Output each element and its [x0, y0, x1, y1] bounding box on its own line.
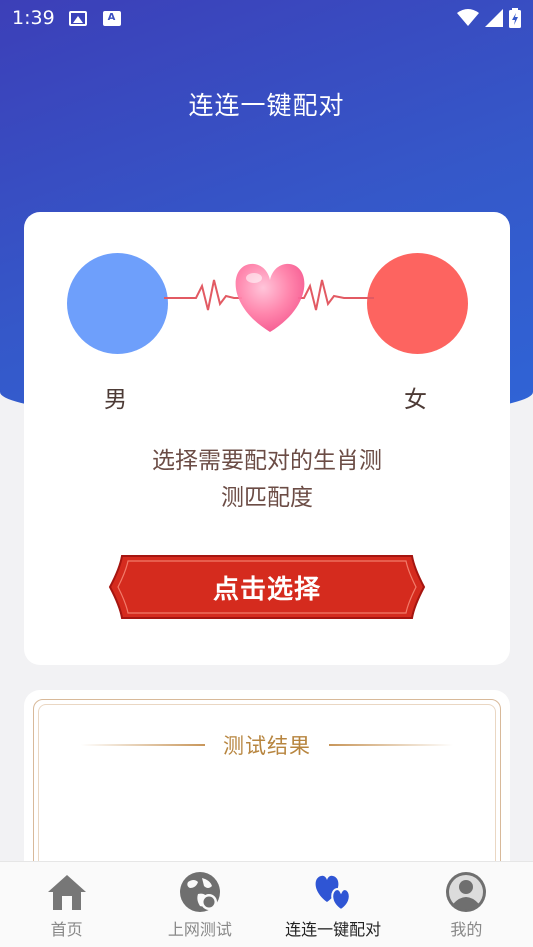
instruction-text: 选择需要配对的生肖测 测匹配度 [24, 443, 510, 517]
divider-left [81, 744, 205, 746]
male-label: 男 [104, 387, 127, 413]
instruction-line-1: 选择需要配对的生肖测 [152, 448, 382, 474]
status-time: 1:39 [12, 7, 55, 29]
page-title: 连连一键配对 [188, 91, 345, 120]
battery-icon [509, 8, 521, 28]
result-card: 测试结果 [24, 690, 510, 890]
select-button-label: 点击选择 [212, 574, 321, 605]
male-avatar-circle[interactable] [67, 253, 168, 354]
nav-label-profile: 我的 [450, 920, 483, 939]
nav-label-pairing: 连连一键配对 [285, 920, 382, 939]
signal-icon [485, 9, 503, 27]
nav-item-network-test[interactable]: 上网测试 [133, 862, 266, 947]
globe-icon [179, 872, 220, 912]
hearts-icon [315, 875, 351, 912]
home-icon [47, 875, 86, 910]
gallery-notification-icon [68, 10, 87, 26]
instruction-line-2: 测匹配度 [221, 485, 313, 511]
result-title-row: 测试结果 [24, 730, 510, 760]
nav-item-pairing[interactable]: 连连一键配对 [267, 862, 400, 947]
female-label: 女 [404, 387, 427, 413]
nav-label-home: 首页 [50, 920, 83, 939]
status-bar: 1:39 [0, 0, 533, 36]
profile-icon [446, 872, 487, 912]
divider-right [329, 744, 453, 746]
result-title: 测试结果 [223, 734, 311, 758]
bottom-nav: 首页 上网测试 连连一键配对 我的 [0, 861, 533, 947]
female-avatar-circle[interactable] [367, 253, 468, 354]
select-zodiac-button[interactable]: 点击选择 [108, 554, 426, 620]
app-notification-icon [102, 10, 121, 26]
nav-item-profile[interactable]: 我的 [400, 862, 533, 947]
wifi-icon [457, 9, 479, 26]
pair-card: 男 女 选择需要配对的生肖测 测匹配度 点击选择 [24, 212, 510, 665]
heartbeat-heart-icon [164, 263, 374, 332]
nav-label-network-test: 上网测试 [167, 920, 232, 939]
nav-item-home[interactable]: 首页 [0, 862, 133, 947]
